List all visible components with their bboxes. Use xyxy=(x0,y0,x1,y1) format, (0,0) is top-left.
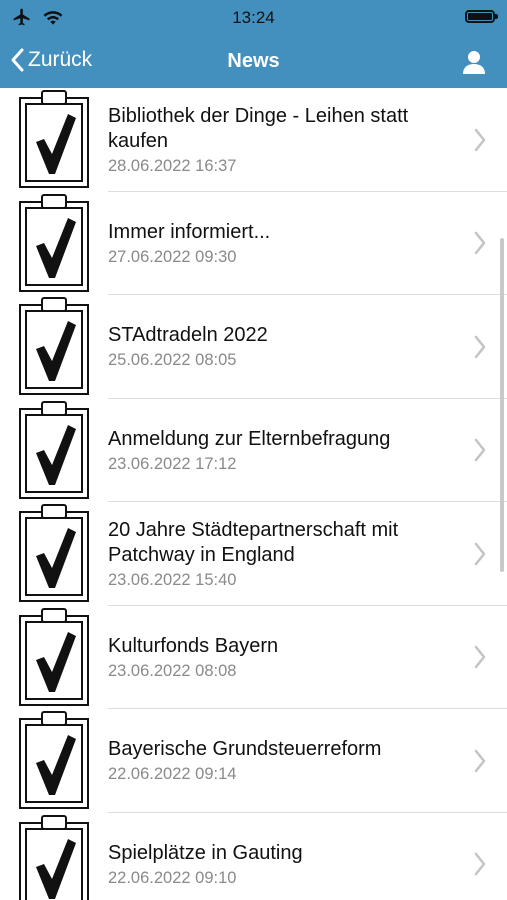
chevron-right-icon xyxy=(474,853,486,876)
news-list-item[interactable]: 20 Jahre Städtepartnerschaft mit Patchwa… xyxy=(0,502,507,606)
clipboard-check-icon xyxy=(19,814,89,900)
news-date: 22.06.2022 09:10 xyxy=(108,868,237,887)
news-date: 25.06.2022 08:05 xyxy=(108,351,237,370)
clipboard-check-icon xyxy=(19,400,89,499)
chevron-right-icon xyxy=(474,128,486,151)
clipboard-check-icon xyxy=(19,297,89,395)
status-time: 13:24 xyxy=(232,8,275,27)
battery-icon xyxy=(465,10,498,23)
clipboard-check-icon xyxy=(19,504,89,602)
news-title: Anmeldung zur Elternbefragung xyxy=(108,427,391,450)
news-list-item[interactable]: STAdtradeln 2022 25.06.2022 08:05 xyxy=(0,295,507,399)
news-date: 23.06.2022 08:08 xyxy=(108,661,237,680)
news-title: Kulturfonds Bayern xyxy=(108,634,279,657)
chevron-right-icon xyxy=(474,749,486,772)
clipboard-check-icon xyxy=(19,193,89,292)
news-title: Bayerische Grundsteuerreform xyxy=(108,738,382,761)
news-title: 20 Jahre Städtepartnerschaft mit Patchwa… xyxy=(108,518,399,566)
chevron-right-icon xyxy=(474,542,486,565)
news-list-item[interactable]: Immer informiert... 27.06.2022 09:30 xyxy=(0,192,507,295)
chevron-left-icon xyxy=(11,48,24,72)
news-list-item[interactable]: Bibliothek der Dinge - Leihen statt kauf… xyxy=(0,88,507,192)
news-list-item[interactable]: Kulturfonds Bayern 23.06.2022 08:08 xyxy=(0,606,507,709)
news-title: Spielplätze in Gauting xyxy=(108,841,303,864)
news-date: 27.06.2022 09:30 xyxy=(108,247,237,266)
news-date: 28.06.2022 16:37 xyxy=(108,156,237,175)
chevron-right-icon xyxy=(474,439,486,462)
back-label: Zurück xyxy=(28,48,93,71)
user-icon[interactable] xyxy=(461,49,487,75)
news-list-item[interactable]: Anmeldung zur Elternbefragung 23.06.2022… xyxy=(0,399,507,502)
news-list-item[interactable]: Bayerische Grundsteuerreform 22.06.2022 … xyxy=(0,709,507,813)
clipboard-check-icon xyxy=(19,711,89,809)
news-list: Bibliothek der Dinge - Leihen statt kauf… xyxy=(0,88,507,900)
status-bar: 13:24 xyxy=(0,0,507,36)
news-list-item[interactable]: Spielplätze in Gauting 22.06.2022 09:10 xyxy=(0,813,507,900)
chevron-right-icon xyxy=(474,232,486,255)
clipboard-check-icon xyxy=(19,607,89,706)
scrollbar[interactable] xyxy=(500,238,504,572)
news-date: 22.06.2022 09:14 xyxy=(108,765,237,784)
chevron-right-icon xyxy=(474,335,486,358)
news-date: 23.06.2022 17:12 xyxy=(108,454,237,473)
clipboard-check-icon xyxy=(19,90,89,188)
chevron-right-icon xyxy=(474,646,486,669)
navigation-bar: Zurück News xyxy=(0,36,507,88)
news-title: Immer informiert... xyxy=(108,220,271,243)
news-title: Bibliothek der Dinge - Leihen statt kauf… xyxy=(108,104,409,152)
news-title: STAdtradeln 2022 xyxy=(108,324,268,347)
back-button[interactable]: Zurück xyxy=(10,48,92,72)
news-date: 23.06.2022 15:40 xyxy=(108,570,237,589)
